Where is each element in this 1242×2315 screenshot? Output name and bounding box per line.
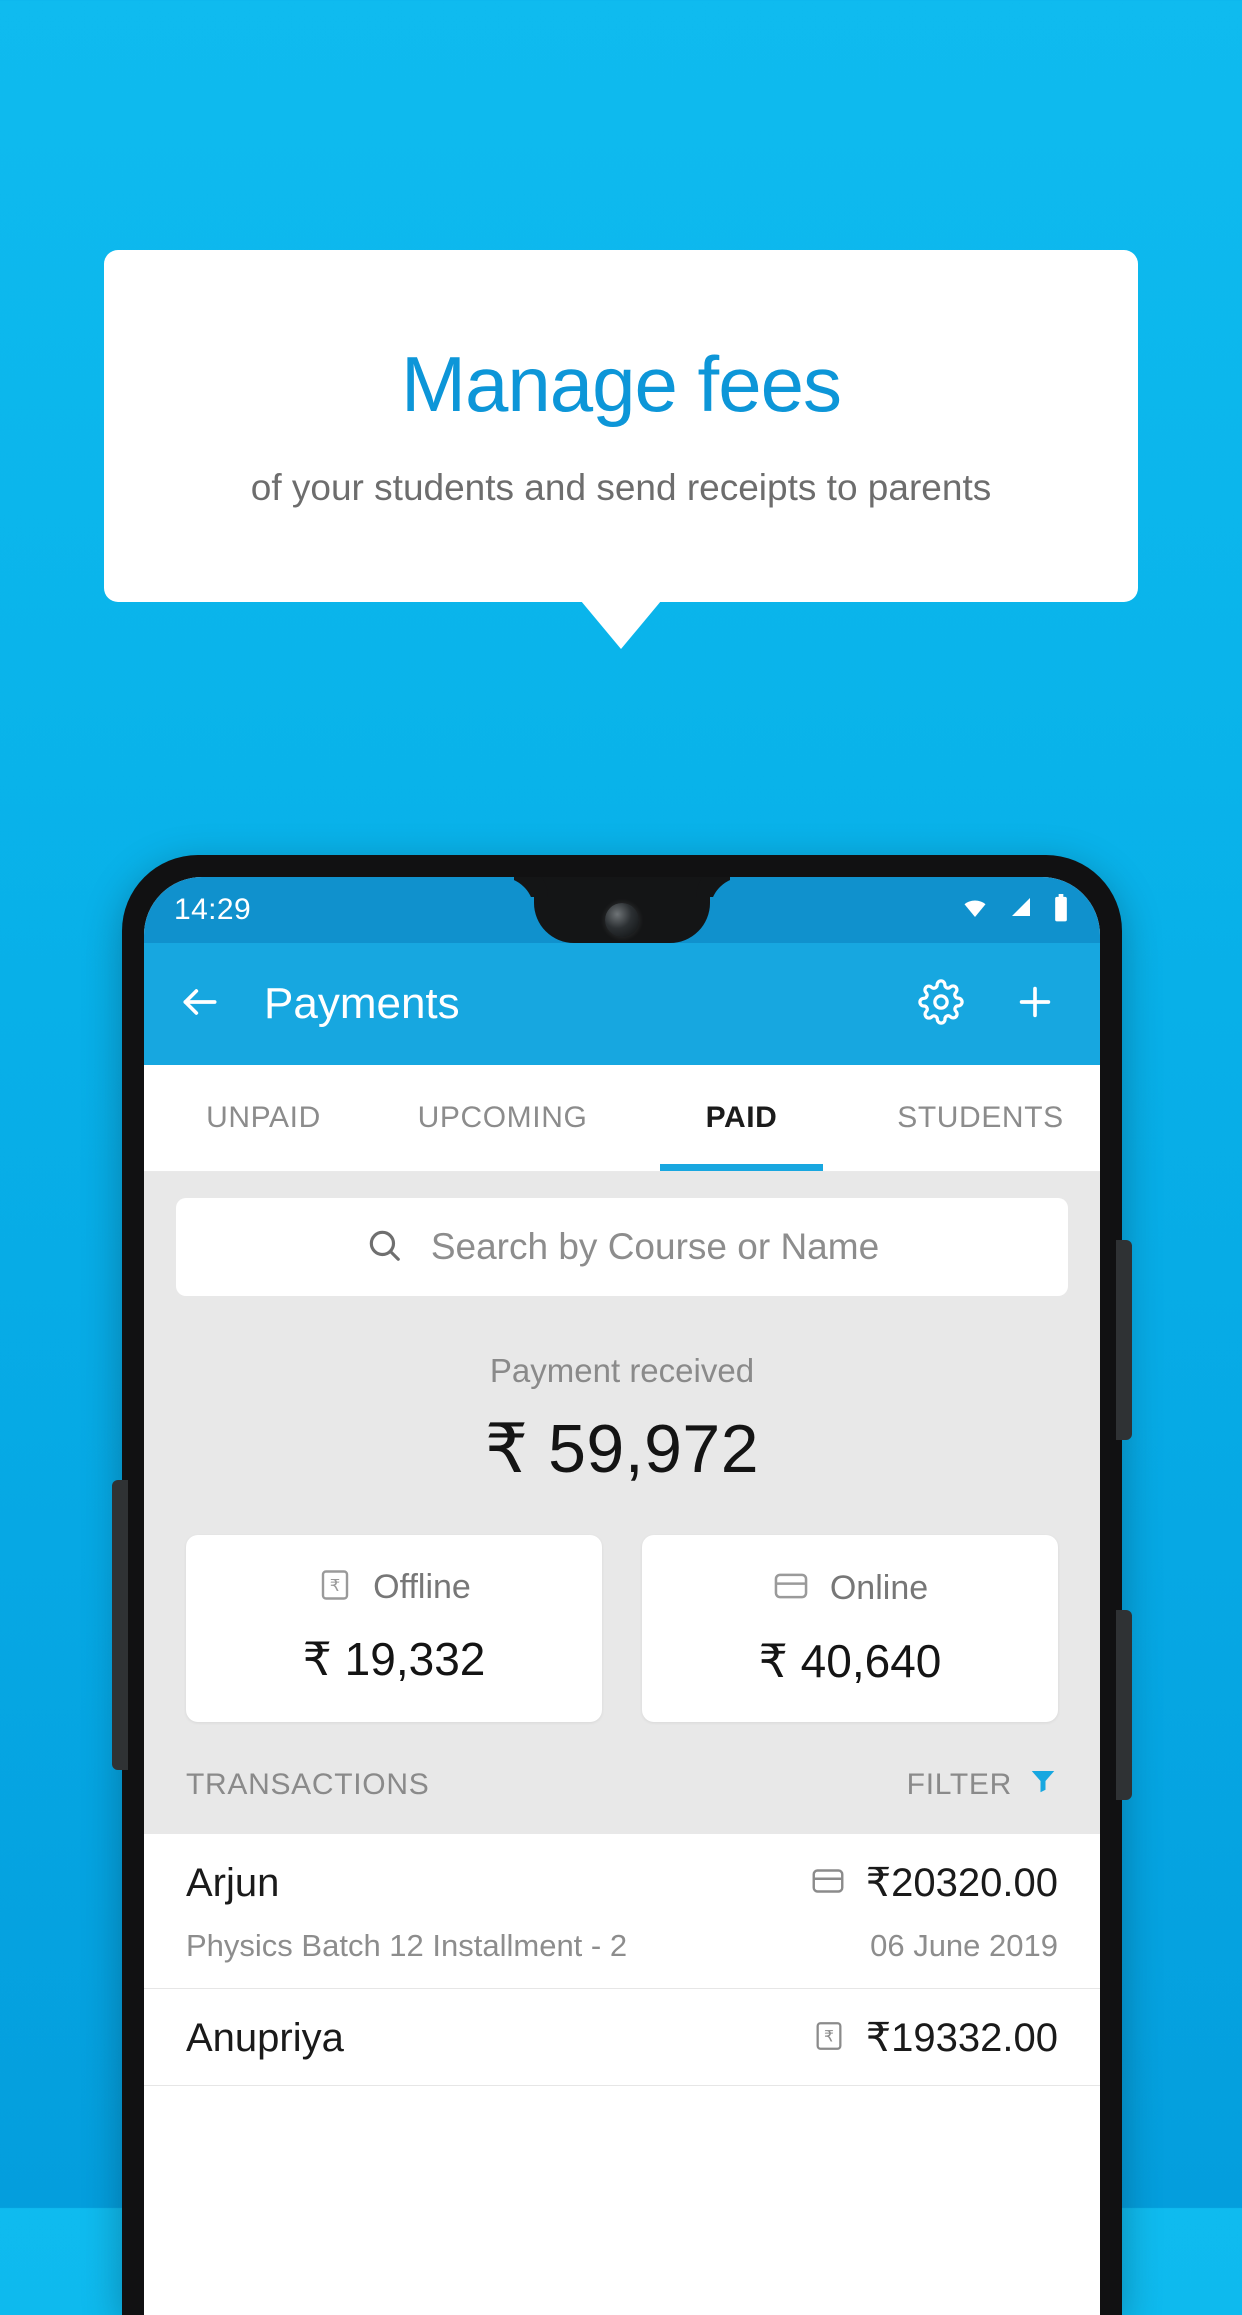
battery-icon	[1052, 893, 1070, 927]
filter-label: FILTER	[906, 1768, 1012, 1801]
transaction-amount: ₹20320.00	[865, 1861, 1058, 1905]
funnel-icon	[1028, 1766, 1058, 1804]
transactions-header: TRANSACTIONS FILTER	[144, 1722, 1100, 1834]
transaction-amount: ₹19332.00	[865, 2016, 1058, 2060]
search-icon	[365, 1226, 403, 1269]
search-input[interactable]: Search by Course or Name	[176, 1198, 1068, 1296]
promo-card: Manage fees of your students and send re…	[104, 250, 1138, 602]
credit-card-icon	[810, 1863, 846, 1904]
svg-text:₹: ₹	[824, 2027, 834, 2045]
status-icon-group	[960, 893, 1070, 927]
online-amount: ₹ 40,640	[758, 1635, 942, 1687]
tab-unpaid[interactable]: UNPAID	[144, 1065, 383, 1171]
offline-amount: ₹ 19,332	[302, 1633, 486, 1685]
svg-text:₹: ₹	[330, 1576, 341, 1595]
table-row[interactable]: Anupriya ₹ ₹19332.00	[144, 1989, 1100, 2086]
table-row[interactable]: Arjun ₹20320.00 Physics Batch 12 Install…	[144, 1834, 1100, 1989]
rupee-note-icon: ₹	[317, 1567, 353, 1608]
tab-students[interactable]: STUDENTS	[861, 1065, 1100, 1171]
phone-screen: 14:29 Payments UNPAID UPCOMING PAID STUD…	[144, 877, 1100, 2315]
plus-icon[interactable]	[1012, 979, 1058, 1030]
app-bar: Payments	[144, 943, 1100, 1065]
transaction-name: Anupriya	[186, 2015, 344, 2060]
tab-upcoming[interactable]: UPCOMING	[383, 1065, 622, 1171]
summary-section: Payment received ₹ 59,972	[144, 1296, 1100, 1499]
volume-button[interactable]	[112, 1480, 128, 1770]
transactions-list: Arjun ₹20320.00 Physics Batch 12 Install…	[144, 1834, 1100, 2086]
summary-label: Payment received	[489, 1352, 755, 1389]
offline-label: Offline	[373, 1568, 471, 1606]
online-card[interactable]: Online ₹ 40,640	[642, 1535, 1058, 1722]
page-title: Payments	[264, 979, 460, 1028]
offline-card[interactable]: ₹ Offline ₹ 19,332	[186, 1535, 602, 1722]
transactions-label: TRANSACTIONS	[186, 1768, 430, 1801]
transaction-name: Arjun	[186, 1860, 280, 1905]
search-placeholder: Search by Course or Name	[430, 1226, 880, 1267]
gear-icon[interactable]	[918, 978, 964, 1030]
phone-mockup: 14:29 Payments UNPAID UPCOMING PAID STUD…	[122, 855, 1122, 2315]
online-label: Online	[829, 1569, 929, 1607]
secondary-side-button[interactable]	[1116, 1610, 1132, 1800]
signal-icon	[1007, 896, 1035, 925]
credit-card-icon	[772, 1567, 810, 1610]
wifi-icon	[960, 896, 990, 925]
screen-content: Search by Course or Name Payment receive…	[144, 1172, 1100, 2086]
tab-bar: UNPAID UPCOMING PAID STUDENTS	[144, 1065, 1100, 1172]
arrow-left-icon[interactable]	[178, 980, 222, 1029]
transaction-description: Physics Batch 12 Installment - 2	[186, 1928, 628, 1963]
promo-subtitle: of your students and send receipts to pa…	[250, 466, 992, 508]
status-time: 14:29	[174, 893, 252, 926]
promo-pointer-arrow	[581, 601, 661, 649]
power-button[interactable]	[1116, 1240, 1132, 1440]
tab-paid[interactable]: PAID	[622, 1065, 861, 1171]
payment-method-cards: ₹ Offline ₹ 19,332 Online ₹ 40,640	[144, 1499, 1100, 1722]
promo-title: Manage fees	[401, 339, 842, 428]
search-section: Search by Course or Name	[144, 1172, 1100, 1296]
summary-amount: ₹ 59,972	[484, 1411, 760, 1487]
rupee-note-icon: ₹	[812, 2019, 846, 2058]
status-bar: 14:29	[144, 877, 1100, 943]
transaction-date: 06 June 2019	[870, 1928, 1058, 1963]
filter-button[interactable]: FILTER	[907, 1766, 1058, 1804]
